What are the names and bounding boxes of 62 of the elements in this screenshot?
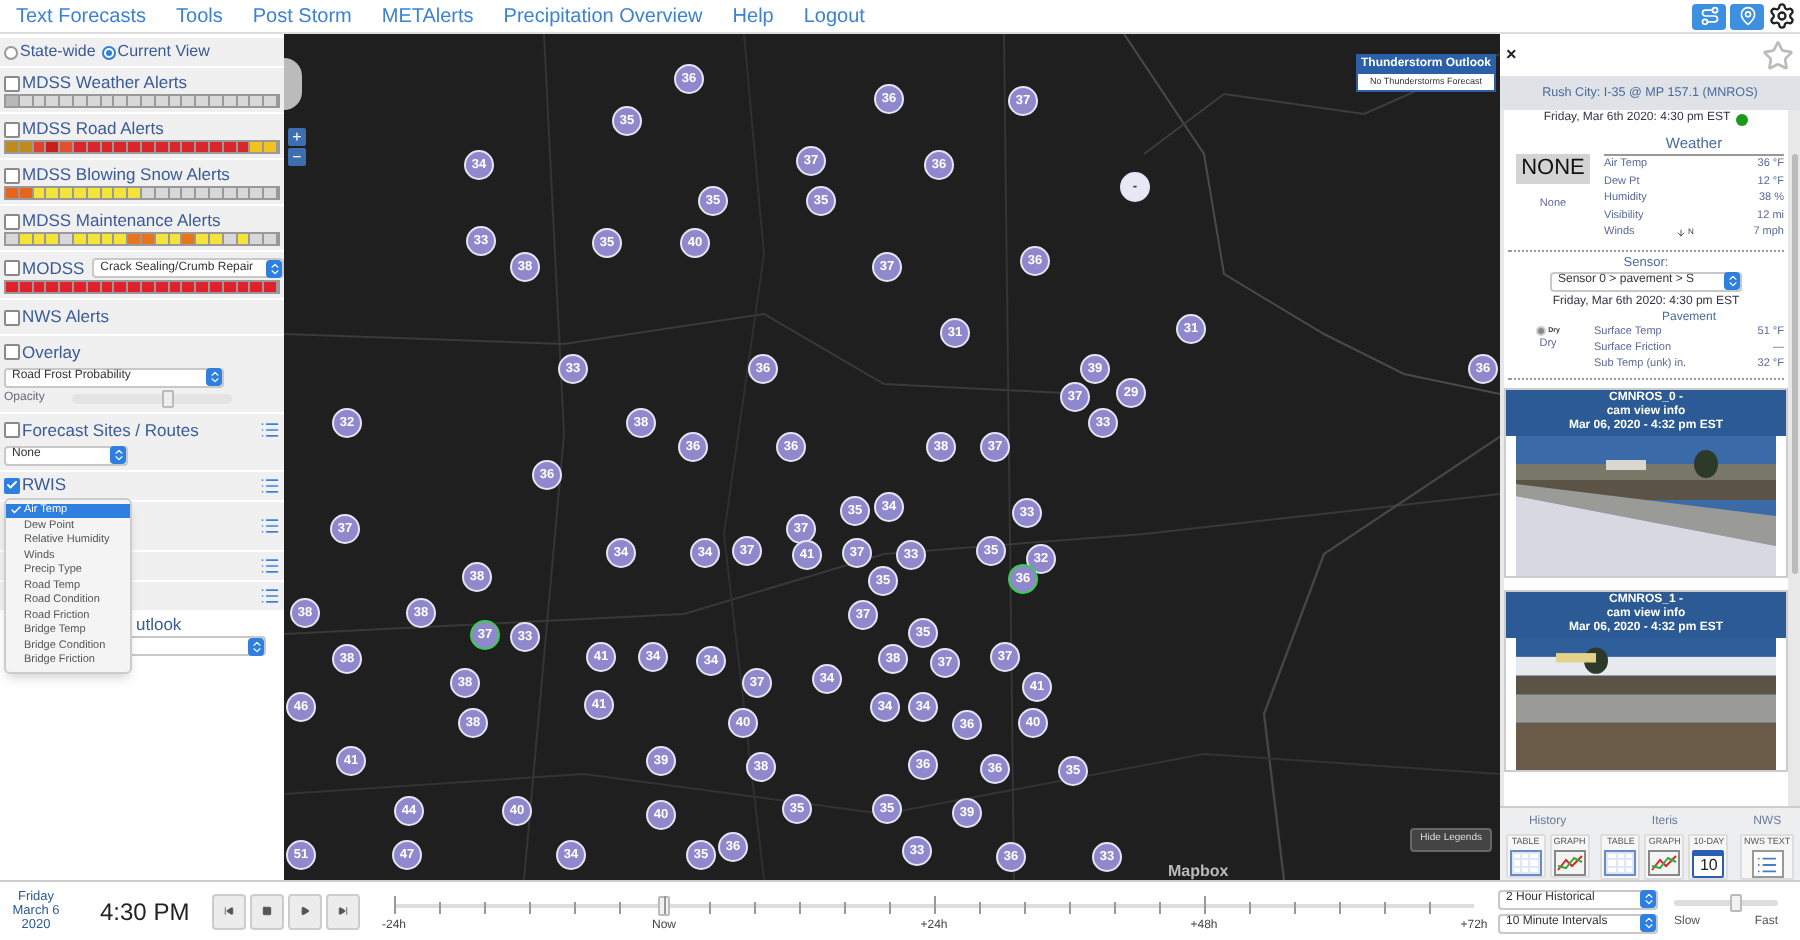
checkbox[interactable]: [4, 477, 20, 493]
radio-label: State-wide: [20, 40, 96, 64]
nav-link[interactable]: Text Forecasts: [16, 1, 147, 31]
radio-button[interactable]: [101, 45, 116, 59]
nav-link[interactable]: Tools: [176, 1, 223, 31]
layer-label: Overlay: [22, 340, 81, 366]
skip-back-icon: [224, 906, 234, 916]
slider-thumb[interactable]: [162, 389, 175, 408]
zoom-in-button[interactable]: +: [288, 128, 306, 146]
line-graph-icon: [1648, 850, 1681, 876]
checkbox[interactable]: [4, 121, 20, 137]
list-icon[interactable]: [260, 515, 280, 535]
table-icon: [1604, 850, 1637, 876]
opacity-slider[interactable]: [72, 393, 233, 404]
nav-link[interactable]: Logout: [803, 1, 865, 31]
checkbox[interactable]: [4, 75, 20, 91]
layer-label: MDSS Road Alerts: [22, 120, 164, 138]
checkbox[interactable]: [4, 344, 20, 361]
layer-label: MODSS: [22, 259, 85, 277]
layer-label: RWIS: [22, 472, 69, 498]
list-icon[interactable]: [260, 475, 280, 495]
layer-label: Forecast Sites / Routes: [22, 417, 201, 443]
checkbox[interactable]: [4, 260, 20, 276]
layer-label: utlook: [136, 611, 184, 637]
checkbox[interactable]: [4, 309, 20, 325]
stop-icon: [262, 906, 272, 916]
current-time: 4:30 PM: [100, 895, 192, 929]
settings-icon[interactable]: [1768, 2, 1796, 30]
list-icon[interactable]: [260, 585, 280, 605]
favorite-star-icon[interactable]: [1762, 39, 1794, 71]
slider-thumb[interactable]: [1730, 893, 1743, 911]
layer-label: MDSS Blowing Snow Alerts: [22, 166, 230, 184]
layer-label: MDSS Maintenance Alerts: [22, 212, 221, 230]
forward-button[interactable]: [326, 893, 360, 929]
radio-label: Current View: [117, 40, 210, 64]
radio-button[interactable]: [4, 45, 18, 59]
skip-forward-icon: [338, 906, 348, 916]
zoom-out-button[interactable]: −: [288, 148, 306, 166]
nav-link[interactable]: Post Storm: [252, 1, 352, 31]
nav-link[interactable]: METAlerts: [381, 1, 474, 31]
alert-level-box: NONE: [1515, 154, 1591, 184]
list-icon[interactable]: [260, 420, 280, 441]
check-icon: [10, 504, 22, 517]
calendar-icon: 10: [1692, 850, 1725, 878]
play-button[interactable]: [288, 893, 322, 929]
layer-label: NWS Alerts: [22, 304, 109, 330]
checkbox[interactable]: [4, 213, 20, 229]
checkbox[interactable]: [4, 422, 20, 439]
table-icon: [1509, 850, 1542, 876]
close-button[interactable]: ×: [1506, 41, 1517, 69]
wind-arrow-icon: [1676, 227, 1686, 238]
nav-link[interactable]: Precipitation Overview: [503, 1, 703, 31]
rewind-button[interactable]: [212, 893, 246, 929]
surface-condition-icon: [1536, 325, 1547, 336]
checkbox[interactable]: [4, 167, 20, 183]
map-logo: Mapbox: [1168, 860, 1229, 880]
stop-button[interactable]: [250, 893, 284, 929]
list-icon[interactable]: [260, 555, 280, 575]
map-view-button[interactable]: [1692, 3, 1726, 29]
play-icon: [300, 906, 310, 916]
layer-label: MDSS Weather Alerts: [22, 74, 188, 92]
nav-link[interactable]: Help: [732, 1, 774, 31]
